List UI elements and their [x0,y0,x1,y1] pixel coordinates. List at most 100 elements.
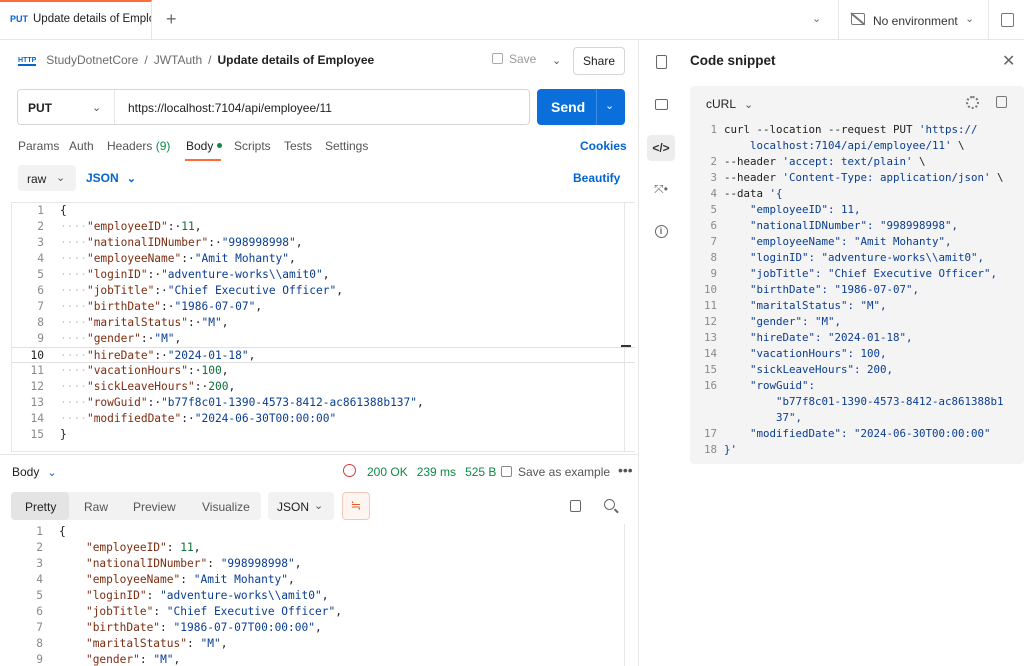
network-globe-icon[interactable] [343,464,356,477]
url-input[interactable]: https://localhost:7104/api/employee/11 [128,101,332,115]
share-button[interactable]: Share [573,47,625,75]
code-line: 2 ····"employeeID":·11, [12,219,635,235]
tab-params[interactable]: Params [18,139,59,153]
documentation-icon[interactable] [650,52,672,74]
save-options-chevron-icon[interactable]: ⌄ [552,54,561,67]
new-tab-plus-icon[interactable]: + [166,9,177,30]
wrap-lines-icon[interactable]: ≒ [342,492,370,520]
tab-tests[interactable]: Tests [284,139,312,153]
tab-body[interactable]: Body [186,139,223,153]
info-icon[interactable]: i [650,221,672,243]
code-line: 11 ····"vacationHours":·100, [12,363,635,379]
response-body-viewer[interactable]: 1{2 "employeeID": 11, 3 "nationalIDNumber… [11,524,635,666]
breadcrumb-collection[interactable]: StudyDotnetCore [46,53,138,67]
breadcrumb-separator: / [144,53,148,67]
response-body-toggle[interactable]: Body ⌄ [12,465,57,479]
request-body-editor[interactable]: 1{2 ····"employeeID":·11, 3 ····"nationalID… [11,202,635,452]
environment-quick-look-button[interactable] [988,0,1024,40]
gear-icon[interactable] [966,96,979,109]
tab-settings[interactable]: Settings [325,139,368,153]
related-collections-icon[interactable]: ⤧• [650,178,672,200]
line-content: ····"nationalIDNumber":·"998998998", [60,235,303,251]
response-scrollbar[interactable] [624,524,635,666]
code-line: 12 ····"sickLeaveHours":·200, [12,379,635,395]
code-icon[interactable]: </> [647,135,675,161]
line-content: ····"employeeID":·11, [60,219,202,235]
indent: ···· [60,364,87,377]
line-content: 37", [724,410,802,426]
json-comma: , [193,541,201,554]
body-mode-select[interactable]: raw ⌄ [18,165,76,191]
url-bar: PUT ⌄ https://localhost:7104/api/employe… [17,89,530,125]
view-preview[interactable]: Preview [133,500,176,514]
snippet-line: 37", [690,410,1024,426]
body-format-select[interactable]: JSON ⌄ [86,171,136,185]
snippet-line: localhost:7104/api/employee/11' \ [690,138,1024,154]
status-badge[interactable]: 200 OK [367,465,408,479]
cookies-link[interactable]: Cookies [580,139,627,153]
copy-icon[interactable] [570,500,581,512]
method-select[interactable]: PUT [28,101,52,115]
json-colon: :· [161,300,175,313]
json-comma: , [173,653,181,666]
save-as-example-button[interactable]: Save as example [501,465,610,479]
search-icon[interactable] [604,499,615,510]
line-number: 11 [703,299,717,312]
chevron-down-icon: ⌄ [126,173,136,185]
view-visualize[interactable]: Visualize [202,500,250,514]
response-format-select[interactable]: JSON ⌄ [268,492,334,520]
indent: ···· [60,332,87,345]
line-number: 12 [703,315,717,328]
json-key: "loginID" [85,589,147,602]
indent: ···· [60,349,87,362]
line-number: 13 [30,396,44,409]
snippet-token: curl --location --request PUT [724,123,920,136]
more-options-icon[interactable]: ••• [618,462,633,478]
snippet-line: 3 --header 'Content-Type: application/jso… [690,170,1024,186]
line-number: 3 [36,557,43,570]
save-button[interactable]: Save [492,52,536,66]
snippet-code[interactable]: 1 curl --location --request PUT 'https://… [690,122,1024,458]
snippet-language-select[interactable]: cURL ⌄ [706,97,753,111]
comments-icon[interactable] [650,95,672,117]
breadcrumb-folder[interactable]: JWTAuth [154,53,202,67]
pane-divider[interactable] [0,454,638,455]
chevron-down-icon: ⌄ [965,13,975,25]
response-time[interactable]: 239 ms [417,465,456,479]
chevron-down-icon[interactable]: ⌄ [92,101,101,114]
close-icon[interactable]: ✕ [1002,51,1015,71]
save-as-example-label: Save as example [518,465,611,479]
tab-headers[interactable]: Headers (9) [107,139,170,153]
json-value: 11 [180,541,194,554]
send-button[interactable]: Send ⌄ [537,89,625,125]
tabs-overflow-chevron-icon[interactable]: ⌄ [812,12,821,25]
view-raw[interactable]: Raw [84,500,108,514]
send-options-chevron-icon[interactable]: ⌄ [605,99,614,112]
line-number: 5 [37,268,44,281]
tab-auth[interactable]: Auth [69,139,94,153]
json-comma: , [221,364,229,377]
snippet-token: localhost:7104/api/employee/11' [724,139,952,152]
environment-selector[interactable]: No environment ⌄ [838,0,988,40]
line-content: ····"jobTitle":·"Chief Executive Officer… [60,283,343,299]
editor-scrollbar[interactable] [624,203,635,451]
tab-scripts[interactable]: Scripts [234,139,271,153]
response-size[interactable]: 525 B [465,465,496,479]
copy-icon[interactable] [996,96,1007,108]
line-number: 7 [710,235,717,248]
json-value: "998998998" [220,557,295,570]
json-key: "loginID" [86,268,148,281]
line-content: { [60,203,67,219]
page-title[interactable]: Update details of Employee [217,53,374,67]
request-tab[interactable]: PUT Update details of Emplo [0,0,152,40]
code-line: 3 ····"nationalIDNumber":·"998998998", [12,235,635,251]
panel-divider[interactable] [638,40,639,666]
snippet-token: "gender": "M", [724,315,842,328]
breadcrumb-separator: / [208,53,212,67]
json-colon: :· [181,412,195,425]
beautify-button[interactable]: Beautify [573,171,620,185]
line-content: "modifiedDate": "2024-06-30T00:00:00" [724,426,991,442]
snippet-line: 11 "maritalStatus": "M", [690,298,1024,314]
view-pretty[interactable]: Pretty [11,492,69,520]
json-key: "nationalIDNumber" [86,236,209,249]
